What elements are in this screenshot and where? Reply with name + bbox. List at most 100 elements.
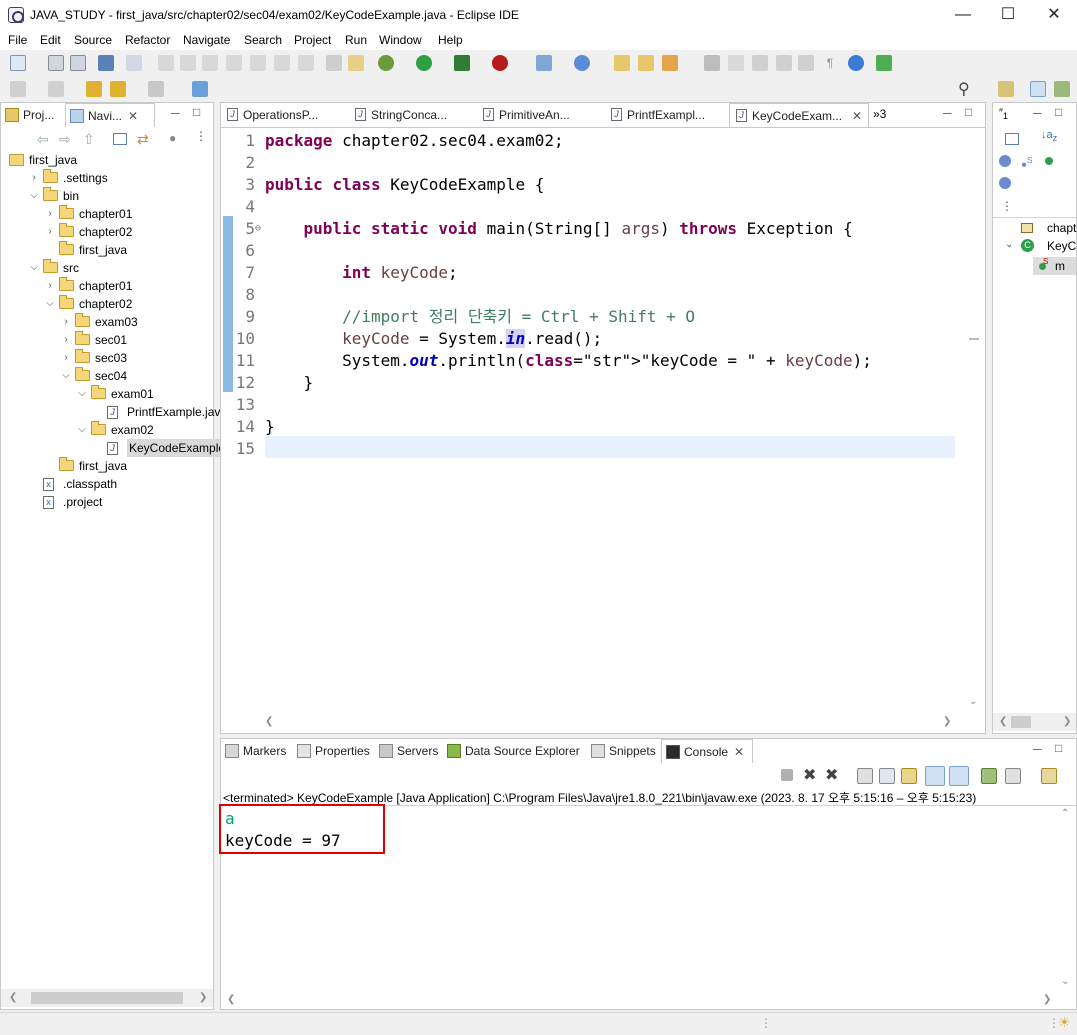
previous-annotation-icon[interactable] bbox=[48, 81, 64, 97]
code-line[interactable]: 6 bbox=[229, 240, 959, 262]
show-whitespace-icon[interactable] bbox=[798, 55, 814, 71]
tree-item[interactable]: J PrintfExample.java bbox=[1, 403, 227, 421]
tree-item[interactable]: J KeyCodeExample.java bbox=[1, 439, 253, 457]
tree-item[interactable]: ⌵ exam02 bbox=[1, 421, 213, 439]
new-java-project-icon[interactable] bbox=[536, 55, 552, 71]
menu-edit[interactable]: Edit bbox=[40, 33, 61, 47]
save-all-icon[interactable] bbox=[70, 55, 86, 71]
menu-window[interactable]: Window bbox=[379, 33, 422, 47]
new-class-icon[interactable] bbox=[574, 55, 590, 71]
editor-tab-keycode[interactable]: J KeyCodeExam... ✕ bbox=[729, 103, 869, 127]
editor-tab-stringconcat[interactable]: J StringConca... bbox=[349, 103, 473, 127]
hide-local-types-icon[interactable] bbox=[999, 177, 1011, 189]
tab-data-source-explorer[interactable]: Data Source Explorer bbox=[443, 739, 585, 763]
tab-console[interactable]: Console ✕ bbox=[661, 739, 753, 763]
view-menu-icon[interactable]: ⋮ bbox=[1001, 199, 1013, 213]
code-line[interactable]: 2 bbox=[229, 152, 959, 174]
menu-refactor[interactable]: Refactor bbox=[125, 33, 170, 47]
tree-item[interactable]: › sec03 bbox=[1, 349, 213, 367]
maximize-icon[interactable]: □ bbox=[1055, 105, 1062, 119]
tree-item[interactable]: ⌵first_java bbox=[1, 151, 213, 169]
minimize-icon[interactable]: ─ bbox=[171, 106, 180, 120]
editor-tab-operations[interactable]: J OperationsP... bbox=[221, 103, 345, 127]
code-line[interactable]: 9 //import 정리 단축키 = Ctrl + Shift + O bbox=[229, 306, 959, 328]
chevron-right-icon[interactable]: › bbox=[61, 331, 71, 349]
code-line[interactable]: 13 bbox=[229, 394, 959, 416]
open-console-icon[interactable] bbox=[1041, 768, 1057, 784]
code-line[interactable]: 11 System.out.println(class="str">"keyCo… bbox=[229, 350, 959, 372]
chevron-down-icon[interactable]: ⌵ bbox=[61, 367, 71, 385]
block-select-icon[interactable] bbox=[752, 55, 768, 71]
outline-class[interactable]: KeyC bbox=[1047, 239, 1076, 253]
code-line[interactable]: 1 package chapter02.sec04.exam02; bbox=[229, 130, 959, 152]
collapse-icon[interactable] bbox=[1005, 133, 1019, 145]
horizontal-scrollbar[interactable]: ❮ ❯ bbox=[221, 992, 1057, 1008]
collapse-all-icon[interactable] bbox=[113, 133, 127, 145]
tree-item[interactable]: › chapter02 bbox=[1, 223, 213, 241]
tree-item[interactable]: first_java bbox=[1, 241, 213, 259]
disconnect-icon[interactable] bbox=[226, 55, 242, 71]
outline-package[interactable]: chapt bbox=[1047, 221, 1076, 235]
word-wrap-icon[interactable] bbox=[776, 55, 792, 71]
code-line[interactable]: 5 ⊖ public static void main(String[] args… bbox=[229, 218, 959, 240]
close-button[interactable]: ✕ bbox=[1031, 0, 1077, 30]
chevron-down-icon[interactable]: ⌵ bbox=[77, 421, 87, 439]
display-console-icon[interactable] bbox=[1005, 768, 1021, 784]
show-stdout-icon[interactable] bbox=[925, 766, 945, 786]
view-menu-icon[interactable]: ⋮ bbox=[195, 129, 207, 143]
outline-tab[interactable]: ″1 bbox=[999, 107, 1008, 121]
code-line[interactable]: 4 bbox=[229, 196, 959, 218]
chevron-right-icon[interactable]: › bbox=[61, 349, 71, 367]
clear-console-icon[interactable] bbox=[857, 768, 873, 784]
vertical-scrollbar[interactable]: ⌄ bbox=[965, 128, 983, 712]
code-line[interactable]: 15 bbox=[229, 438, 959, 460]
chevron-down-icon[interactable]: ⌵ bbox=[77, 385, 87, 403]
tab-markers[interactable]: Markers bbox=[221, 739, 289, 763]
run-icon[interactable] bbox=[416, 55, 432, 71]
back-icon[interactable] bbox=[110, 81, 126, 97]
highlight-icon[interactable] bbox=[728, 55, 744, 71]
close-icon[interactable]: ✕ bbox=[734, 745, 744, 759]
pilcrow-icon[interactable]: ¶ bbox=[822, 55, 838, 71]
use-step-filters-icon[interactable] bbox=[348, 55, 364, 71]
filter-icon[interactable]: ● bbox=[169, 131, 176, 145]
tab-servers[interactable]: Servers bbox=[375, 739, 441, 763]
tab-snippets[interactable]: Snippets bbox=[587, 739, 659, 763]
terminate-icon[interactable] bbox=[781, 769, 793, 781]
tab-properties[interactable]: Properties bbox=[293, 739, 371, 763]
forward-icon[interactable] bbox=[148, 81, 164, 97]
terminate-icon[interactable] bbox=[202, 55, 218, 71]
menu-source[interactable]: Source bbox=[74, 33, 112, 47]
minimize-icon[interactable]: ─ bbox=[943, 106, 952, 120]
chevron-right-icon[interactable]: › bbox=[45, 223, 55, 241]
open-perspective-icon[interactable] bbox=[998, 81, 1014, 97]
tree-item[interactable]: › chapter01 bbox=[1, 277, 213, 295]
menu-run[interactable]: Run bbox=[345, 33, 367, 47]
resume-icon[interactable] bbox=[158, 55, 174, 71]
menu-navigate[interactable]: Navigate bbox=[183, 33, 230, 47]
pin-editor-icon[interactable] bbox=[192, 81, 208, 97]
horizontal-scrollbar[interactable]: ❮ ❯ bbox=[265, 714, 965, 732]
tree-item[interactable]: x .project bbox=[1, 493, 213, 511]
outline-method-row[interactable]: S m bbox=[1033, 257, 1076, 275]
link-editor-icon[interactable]: ⇄ bbox=[137, 131, 149, 148]
tree-item[interactable]: ⌵ bin bbox=[1, 187, 213, 205]
forward-arrow-icon[interactable]: ⇨ bbox=[59, 131, 71, 148]
save-icon[interactable] bbox=[48, 55, 64, 71]
scroll-thumb[interactable] bbox=[31, 992, 183, 1004]
remove-launch-icon[interactable]: ✖ bbox=[803, 765, 816, 785]
maximize-icon[interactable]: □ bbox=[965, 105, 972, 119]
chevron-down-icon[interactable]: ⌵ bbox=[29, 259, 39, 277]
remove-all-icon[interactable]: ✖ bbox=[825, 765, 838, 785]
tree-item[interactable]: ⌵ chapter02 bbox=[1, 295, 213, 313]
open-task-icon[interactable] bbox=[638, 55, 654, 71]
tab-project-explorer[interactable]: Proj... bbox=[1, 103, 65, 127]
terminal-icon[interactable] bbox=[98, 55, 114, 71]
minimize-icon[interactable]: ─ bbox=[1033, 106, 1042, 120]
browser-icon[interactable] bbox=[848, 55, 864, 71]
chevron-right-icon[interactable]: › bbox=[61, 313, 71, 331]
chevron-down-icon[interactable]: ⌄ bbox=[1005, 239, 1013, 250]
drop-frame-icon[interactable] bbox=[326, 55, 342, 71]
vertical-scrollbar[interactable]: ⌃ ⌄ bbox=[1057, 806, 1075, 992]
close-icon[interactable]: ✕ bbox=[852, 109, 862, 123]
